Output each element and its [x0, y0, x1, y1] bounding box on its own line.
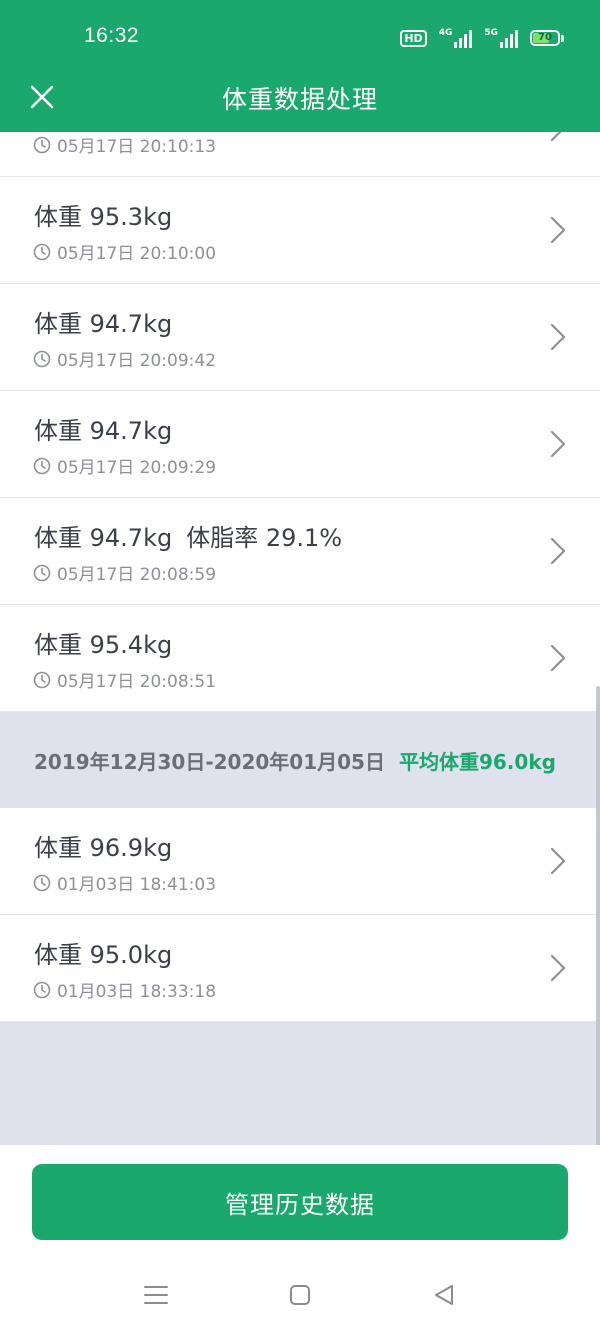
record-time: 01月03日 18:33:18: [33, 977, 216, 1002]
record-time: 05月17日 20:08:59: [33, 560, 216, 585]
chevron-right-icon: [550, 644, 566, 672]
clock-icon: [33, 874, 51, 891]
battery-level: 70: [538, 32, 552, 43]
weight-record-row[interactable]: 体重 94.7kg 体脂率 29.1% 05月17日 20:08:59: [0, 498, 600, 605]
network-label-5g: 5G: [484, 28, 498, 38]
signal-bars-icon: [500, 30, 518, 48]
weight-record-row[interactable]: 05月17日 20:10:13: [0, 132, 600, 177]
record-weight: 体重 95.3kg: [34, 203, 173, 231]
weight-record-row[interactable]: 体重 95.3kg 05月17日 20:10:00: [0, 177, 600, 284]
record-time: 05月17日 20:10:00: [33, 239, 216, 264]
home-icon: [290, 1285, 310, 1305]
network-label-4g: 4G: [438, 28, 453, 38]
nav-home-button[interactable]: [276, 1271, 324, 1319]
clock-icon: [33, 136, 51, 153]
record-time-text: 01月03日 18:41:03: [57, 875, 217, 895]
record-weight: 体重 94.7kg: [34, 310, 173, 338]
chevron-right-icon: [550, 323, 566, 351]
record-time-text: 05月17日 20:08:51: [57, 672, 217, 692]
clock-icon: [33, 564, 51, 581]
chevron-right-icon: [550, 132, 562, 142]
record-weight: 体重 94.7kg 体脂率 29.1%: [34, 518, 342, 553]
record-time-text: 05月17日 20:10:00: [57, 244, 217, 264]
weight-record-row[interactable]: 体重 94.7kg 05月17日 20:09:42: [0, 284, 600, 391]
nav-back-button[interactable]: [420, 1271, 468, 1319]
weight-record-row[interactable]: 体重 95.0kg 01月03日 18:33:18: [0, 915, 600, 1022]
clock-icon: [33, 350, 51, 367]
chevron-right-icon: [550, 847, 566, 875]
record-time-text: 05月17日 20:10:13: [57, 137, 217, 157]
record-time: 05月17日 20:09:42: [33, 346, 216, 371]
week-date-range: 2019年12月30日-2020年01月05日: [34, 749, 385, 774]
status-time: 16:32: [84, 24, 140, 47]
chevron-right-icon: [550, 537, 566, 565]
record-weight: 体重 94.7kg: [34, 417, 173, 445]
menu-icon: [144, 1286, 168, 1304]
chevron-right-icon: [550, 430, 566, 458]
status-bar: 16:32 HD 4G 5G 70: [0, 0, 600, 76]
back-icon: [435, 1285, 453, 1305]
record-time-text: 01月03日 18:33:18: [57, 982, 217, 1002]
signal-4g-icon: 4G: [439, 28, 473, 48]
nav-menu-button[interactable]: [132, 1271, 180, 1319]
list-scrollbar[interactable]: [596, 686, 600, 1145]
weight-record-list[interactable]: 05月17日 20:10:13 体重 95.3kg 05月17日 20:10:0…: [0, 132, 600, 1145]
weight-record-row[interactable]: 体重 96.9kg 01月03日 18:41:03: [0, 808, 600, 915]
record-time: 01月03日 18:41:03: [33, 870, 216, 895]
hd-badge: HD: [400, 29, 427, 47]
record-time-text: 05月17日 20:09:29: [57, 458, 217, 478]
system-nav-bar: [0, 1271, 600, 1319]
record-time: 05月17日 20:08:51: [33, 667, 216, 692]
record-weight: 体重 96.9kg: [34, 834, 173, 862]
record-time-text: 05月17日 20:08:59: [57, 565, 217, 585]
weight-record-row[interactable]: 体重 95.4kg 05月17日 20:08:51: [0, 605, 600, 712]
signal-5g-icon: 5G: [484, 28, 518, 48]
signal-bars-icon: [454, 30, 473, 48]
manage-history-button[interactable]: 管理历史数据: [32, 1164, 568, 1240]
clock-icon: [33, 981, 51, 998]
clock-icon: [33, 671, 51, 688]
week-average-weight: 平均体重96.0kg: [398, 749, 556, 774]
clock-icon: [33, 457, 51, 474]
status-icons: HD 4G 5G 70: [400, 26, 564, 50]
weight-record-row[interactable]: 体重 94.7kg 05月17日 20:09:29: [0, 391, 600, 498]
chevron-right-icon: [550, 954, 566, 982]
battery-icon: 70: [530, 30, 564, 46]
record-body-fat: 体脂率 29.1%: [186, 524, 343, 552]
record-weight: 体重 95.0kg: [34, 941, 173, 969]
record-time: 05月17日 20:09:29: [33, 453, 216, 478]
clock-icon: [33, 243, 51, 260]
record-weight-value: 体重 94.7kg: [34, 524, 173, 552]
week-group-header: 2019年12月30日-2020年01月05日 平均体重96.0kg: [0, 712, 600, 808]
app-header: 16:32 HD 4G 5G 70 体重数据处理: [0, 0, 600, 132]
chevron-right-icon: [550, 216, 566, 244]
record-time: 05月17日 20:10:13: [33, 132, 216, 157]
record-weight: 体重 95.4kg: [34, 631, 173, 659]
record-time-text: 05月17日 20:09:42: [57, 351, 217, 371]
page-title: 体重数据处理: [221, 85, 378, 114]
bottom-panel: 管理历史数据: [0, 1145, 600, 1333]
